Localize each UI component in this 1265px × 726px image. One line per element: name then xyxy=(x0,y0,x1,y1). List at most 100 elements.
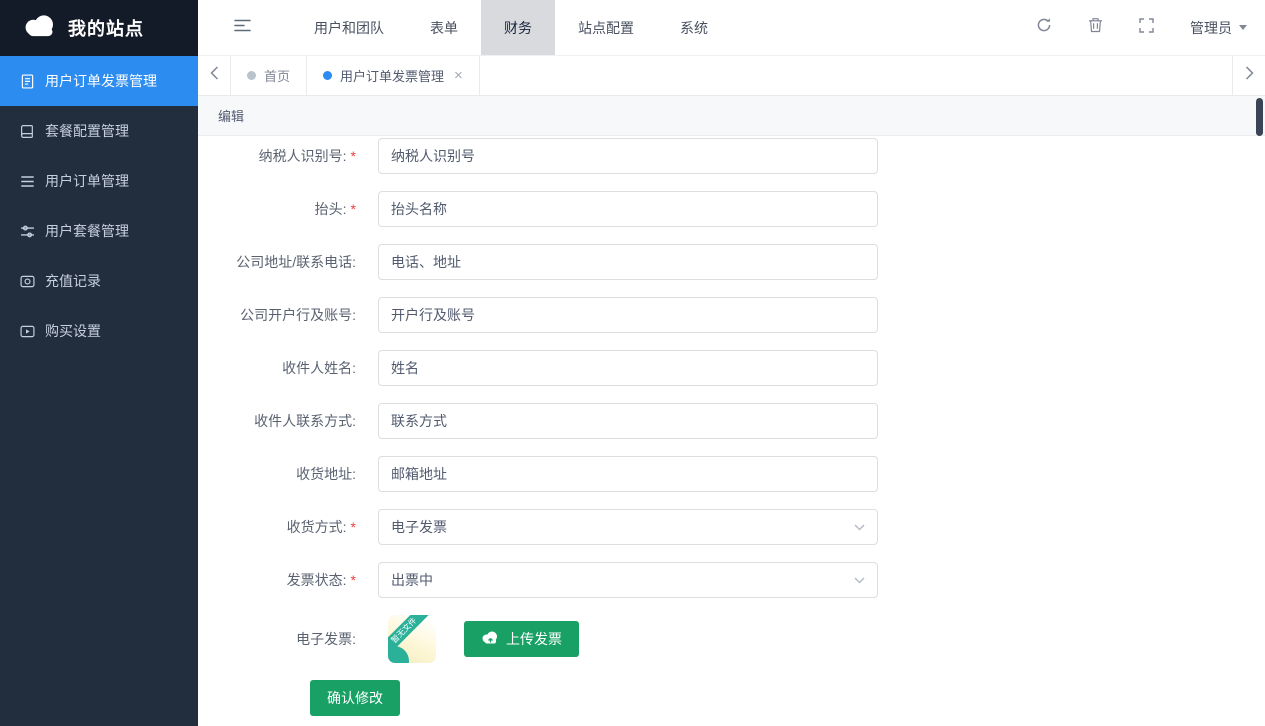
top-menu-item[interactable]: 系统 xyxy=(657,0,731,55)
fullscreen-button[interactable] xyxy=(1139,18,1154,38)
cloud-upload-icon xyxy=(481,631,499,647)
tab[interactable]: 首页 xyxy=(231,56,307,95)
refresh-icon xyxy=(1036,17,1052,38)
cloud-icon xyxy=(22,13,58,43)
upload-invoice-button[interactable]: 上传发票 xyxy=(464,621,579,657)
navbar-actions: 管理员 xyxy=(1036,0,1265,55)
required-marker: * xyxy=(351,201,356,217)
form-row: 收件人姓名: xyxy=(198,350,1265,386)
bank-account-input[interactable] xyxy=(378,297,878,333)
page-header: 编辑 xyxy=(198,96,1265,136)
sidebar-item-label: 套餐配置管理 xyxy=(45,121,129,141)
select-value: 电子发票 xyxy=(391,517,447,537)
tabs-scroll-left-button[interactable] xyxy=(198,56,231,95)
top-menu: 用户和团队表单财务站点配置系统 xyxy=(291,0,731,55)
top-navbar: 用户和团队表单财务站点配置系统 管理员 xyxy=(198,0,1265,56)
sidebar-item-label: 购买设置 xyxy=(45,321,101,341)
sidebar-item[interactable]: 用户订单发票管理 xyxy=(0,56,198,106)
sidebar-item[interactable]: 用户套餐管理 xyxy=(0,206,198,256)
sidebar-menu: 用户订单发票管理套餐配置管理用户订单管理用户套餐管理充值记录购买设置 xyxy=(0,56,198,356)
sidebar-item-label: 充值记录 xyxy=(45,271,101,291)
tabbar: 首页 用户订单发票管理 × xyxy=(198,56,1265,96)
delivery-address-input[interactable] xyxy=(378,456,878,492)
sidebar-item[interactable]: 充值记录 xyxy=(0,256,198,306)
chevron-down-icon xyxy=(854,524,865,531)
field-label: 收件人姓名: xyxy=(198,358,356,378)
top-menu-item[interactable]: 站点配置 xyxy=(555,0,657,55)
scrollbar-thumb[interactable] xyxy=(1256,98,1263,136)
tab-label: 用户订单发票管理 xyxy=(340,66,444,85)
form-row: 公司地址/联系电话: xyxy=(198,244,1265,280)
field-label: 电子发票: xyxy=(198,629,356,649)
site-title: 我的站点 xyxy=(68,15,144,41)
tab-dot-icon xyxy=(247,71,256,80)
sidebar-item[interactable]: 购买设置 xyxy=(0,306,198,356)
tabs-scroll-right-button[interactable] xyxy=(1232,56,1265,95)
invoice-icon xyxy=(20,74,35,89)
field-label: 公司开户行及账号: xyxy=(198,305,356,325)
field-label: 发票状态:* xyxy=(198,570,356,590)
logo: 我的站点 xyxy=(0,0,198,56)
top-menu-item[interactable]: 表单 xyxy=(407,0,481,55)
sidebar-item[interactable]: 套餐配置管理 xyxy=(0,106,198,156)
form-row: 收货方式:* 电子发票 xyxy=(198,509,1265,545)
field-label: 收货地址: xyxy=(198,464,356,484)
form-row: 发票状态:* 出票中 xyxy=(198,562,1265,598)
package-icon xyxy=(20,124,35,139)
chevron-right-icon xyxy=(1245,66,1254,85)
form-row: 公司开户行及账号: xyxy=(198,297,1265,333)
caret-down-icon xyxy=(1239,25,1247,30)
taxpayer-id-input[interactable] xyxy=(378,138,878,174)
sidebar: 我的站点 用户订单发票管理套餐配置管理用户订单管理用户套餐管理充值记录购买设置 xyxy=(0,0,198,726)
user-label: 管理员 xyxy=(1190,18,1232,38)
tab[interactable]: 用户订单发票管理 × xyxy=(307,56,480,95)
trash-icon xyxy=(1088,17,1103,38)
refresh-button[interactable] xyxy=(1036,17,1052,38)
fullscreen-icon xyxy=(1139,18,1154,38)
tab-dot-icon xyxy=(323,71,332,80)
company-address-input[interactable] xyxy=(378,244,878,280)
sidebar-item-label: 用户套餐管理 xyxy=(45,221,129,241)
submit-row: 确认修改 xyxy=(310,680,1265,716)
menu-fold-icon xyxy=(234,19,251,37)
select-value: 出票中 xyxy=(391,570,433,590)
navbar-icon-group xyxy=(1036,17,1154,38)
field-label: 纳税人识别号:* xyxy=(198,146,356,166)
order-list-icon xyxy=(20,174,35,189)
field-label: 抬头:* xyxy=(198,199,356,219)
form-row: 收件人联系方式: xyxy=(198,403,1265,439)
purchase-icon xyxy=(20,324,35,339)
invoice-preview-image[interactable]: 暂无文件 xyxy=(388,615,436,663)
chevron-down-icon xyxy=(854,577,865,584)
form-area: 纳税人识别号:* 抬头:* 公司地址/联系电话: 公司开户行及账号: 收件人姓名: 收件人… xyxy=(198,136,1265,726)
tab-list: 首页 用户订单发票管理 × xyxy=(231,56,480,95)
trash-button[interactable] xyxy=(1088,17,1103,38)
required-marker: * xyxy=(351,519,356,535)
recipient-name-input[interactable] xyxy=(378,350,878,386)
form-row: 收货地址: xyxy=(198,456,1265,492)
sidebar-item-label: 用户订单发票管理 xyxy=(45,71,157,91)
form-row: 纳税人识别号:* xyxy=(198,138,1265,174)
sidebar-item[interactable]: 用户订单管理 xyxy=(0,156,198,206)
field-label: 收件人联系方式: xyxy=(198,411,356,431)
app: 我的站点 用户订单发票管理套餐配置管理用户订单管理用户套餐管理充值记录购买设置 … xyxy=(0,0,1265,726)
required-marker: * xyxy=(351,148,356,164)
invoice-status-select[interactable]: 出票中 xyxy=(378,562,878,598)
sidebar-collapse-button[interactable] xyxy=(234,0,251,55)
user-package-icon xyxy=(20,224,35,239)
recharge-icon xyxy=(20,274,35,289)
field-label: 收货方式:* xyxy=(198,517,356,537)
form-row: 抬头:* xyxy=(198,191,1265,227)
delivery-method-select[interactable]: 电子发票 xyxy=(378,509,878,545)
confirm-button[interactable]: 确认修改 xyxy=(310,680,400,716)
sidebar-item-label: 用户订单管理 xyxy=(45,171,129,191)
top-menu-item[interactable]: 用户和团队 xyxy=(291,0,407,55)
upload-row: 电子发票: 暂无文件 上传发票 xyxy=(198,615,1265,663)
user-dropdown[interactable]: 管理员 xyxy=(1190,18,1247,38)
tab-close-icon[interactable]: × xyxy=(454,68,463,83)
main-area: 用户和团队表单财务站点配置系统 管理员 首页 用户订单发票管理 × xyxy=(198,0,1265,726)
recipient-contact-input[interactable] xyxy=(378,403,878,439)
invoice-title-input[interactable] xyxy=(378,191,878,227)
chevron-left-icon xyxy=(210,66,219,85)
top-menu-item[interactable]: 财务 xyxy=(481,0,555,55)
